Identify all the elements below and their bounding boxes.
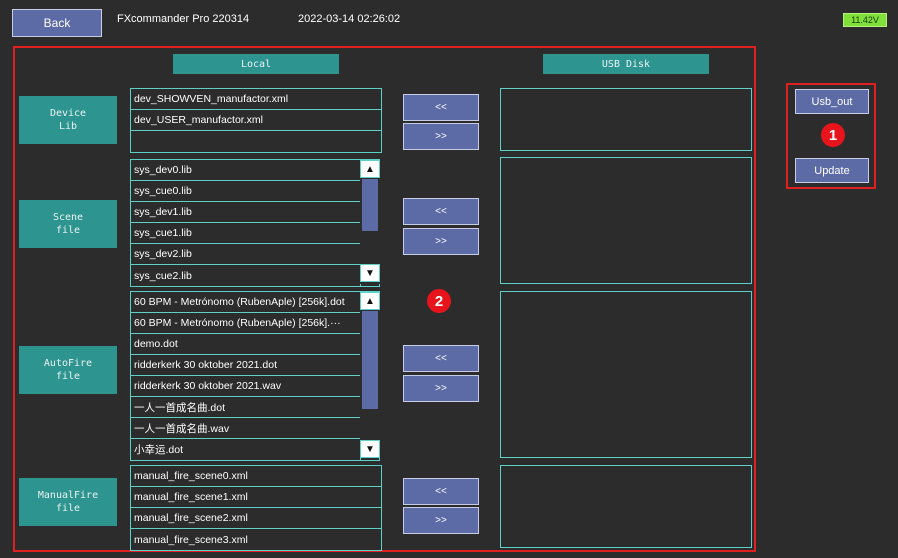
device-lib-to-local-button[interactable]: << bbox=[403, 94, 479, 121]
manualfire-file-label: ManualFire file bbox=[19, 478, 117, 526]
app-title: FXcommander Pro 220314 bbox=[117, 13, 250, 25]
manualfire-file-to-local-button[interactable]: << bbox=[403, 478, 479, 505]
list-item[interactable]: manual_fire_scene0.xml bbox=[131, 466, 381, 487]
triangle-down-icon[interactable]: ▼ bbox=[360, 440, 380, 458]
autofire-file-label: AutoFire file bbox=[19, 346, 117, 394]
triangle-up-icon[interactable]: ▲ bbox=[360, 292, 380, 310]
list-item[interactable] bbox=[131, 131, 381, 152]
local-column-header: Local bbox=[173, 54, 339, 74]
marker-one: 1 bbox=[821, 123, 845, 147]
list-item[interactable]: sys_dev2.lib bbox=[131, 244, 361, 265]
triangle-down-icon[interactable]: ▼ bbox=[360, 264, 380, 282]
datetime-display: 2022-03-14 02:26:02 bbox=[298, 13, 401, 25]
usb-column-header: USB Disk bbox=[543, 54, 709, 74]
manualfire-file-usb-list[interactable] bbox=[500, 465, 752, 548]
triangle-up-icon[interactable]: ▲ bbox=[360, 160, 380, 178]
scene-file-to-usb-button[interactable]: >> bbox=[403, 228, 479, 255]
list-item[interactable]: sys_cue2.lib bbox=[131, 265, 361, 286]
scene-file-scrollbar[interactable]: ▲ ▼ bbox=[360, 160, 380, 284]
autofire-file-to-local-button[interactable]: << bbox=[403, 345, 479, 372]
battery-indicator: 11.42V bbox=[843, 13, 887, 27]
usb-out-button[interactable]: Usb_out bbox=[795, 89, 869, 114]
autofire-file-to-usb-button[interactable]: >> bbox=[403, 375, 479, 402]
list-item[interactable]: 一人一首成名曲.dot bbox=[131, 397, 361, 418]
manualfire-file-to-usb-button[interactable]: >> bbox=[403, 507, 479, 534]
scene-file-local-list: sys_dev0.lib sys_cue0.lib sys_dev1.lib s… bbox=[130, 159, 380, 287]
list-item[interactable]: dev_SHOWVEN_manufactor.xml bbox=[131, 89, 381, 110]
scene-file-to-local-button[interactable]: << bbox=[403, 198, 479, 225]
scene-file-label: Scene file bbox=[19, 200, 117, 248]
device-lib-usb-list[interactable] bbox=[500, 88, 752, 151]
list-item[interactable]: 60 BPM - Metrónomo (RubenAple) [256k].··… bbox=[131, 313, 361, 334]
list-item[interactable]: 一人一首成名曲.wav bbox=[131, 418, 361, 439]
scrollbar-thumb[interactable] bbox=[362, 311, 378, 409]
device-lib-to-usb-button[interactable]: >> bbox=[403, 123, 479, 150]
list-item[interactable]: demo.dot bbox=[131, 334, 361, 355]
list-item[interactable]: sys_dev1.lib bbox=[131, 202, 361, 223]
back-button[interactable]: Back bbox=[12, 9, 102, 37]
list-item[interactable]: sys_cue0.lib bbox=[131, 181, 361, 202]
list-item[interactable]: manual_fire_scene3.xml bbox=[131, 529, 381, 550]
list-item[interactable]: sys_dev0.lib bbox=[131, 160, 361, 181]
list-item[interactable]: ridderkerk 30 oktober 2021.dot bbox=[131, 355, 361, 376]
list-item[interactable]: 小幸运.dot bbox=[131, 439, 361, 460]
scrollbar-thumb[interactable] bbox=[362, 179, 378, 231]
list-item[interactable]: dev_USER_manufactor.xml bbox=[131, 110, 381, 131]
device-lib-local-list: dev_SHOWVEN_manufactor.xml dev_USER_manu… bbox=[130, 88, 382, 153]
list-item[interactable]: manual_fire_scene2.xml bbox=[131, 508, 381, 529]
list-item[interactable]: 60 BPM - Metrónomo (RubenAple) [256k].do… bbox=[131, 292, 361, 313]
scene-file-usb-list[interactable] bbox=[500, 157, 752, 284]
manualfire-file-local-list: manual_fire_scene0.xml manual_fire_scene… bbox=[130, 465, 382, 551]
list-item[interactable]: ridderkerk 30 oktober 2021.wav bbox=[131, 376, 361, 397]
autofire-file-scrollbar[interactable]: ▲ ▼ bbox=[360, 292, 380, 458]
update-button[interactable]: Update bbox=[795, 158, 869, 183]
autofire-file-usb-list[interactable] bbox=[500, 291, 752, 458]
marker-two: 2 bbox=[427, 289, 451, 313]
list-item[interactable]: manual_fire_scene1.xml bbox=[131, 487, 381, 508]
device-lib-label: Device Lib bbox=[19, 96, 117, 144]
autofire-file-local-list: 60 BPM - Metrónomo (RubenAple) [256k].do… bbox=[130, 291, 380, 461]
list-item[interactable]: sys_cue1.lib bbox=[131, 223, 361, 244]
